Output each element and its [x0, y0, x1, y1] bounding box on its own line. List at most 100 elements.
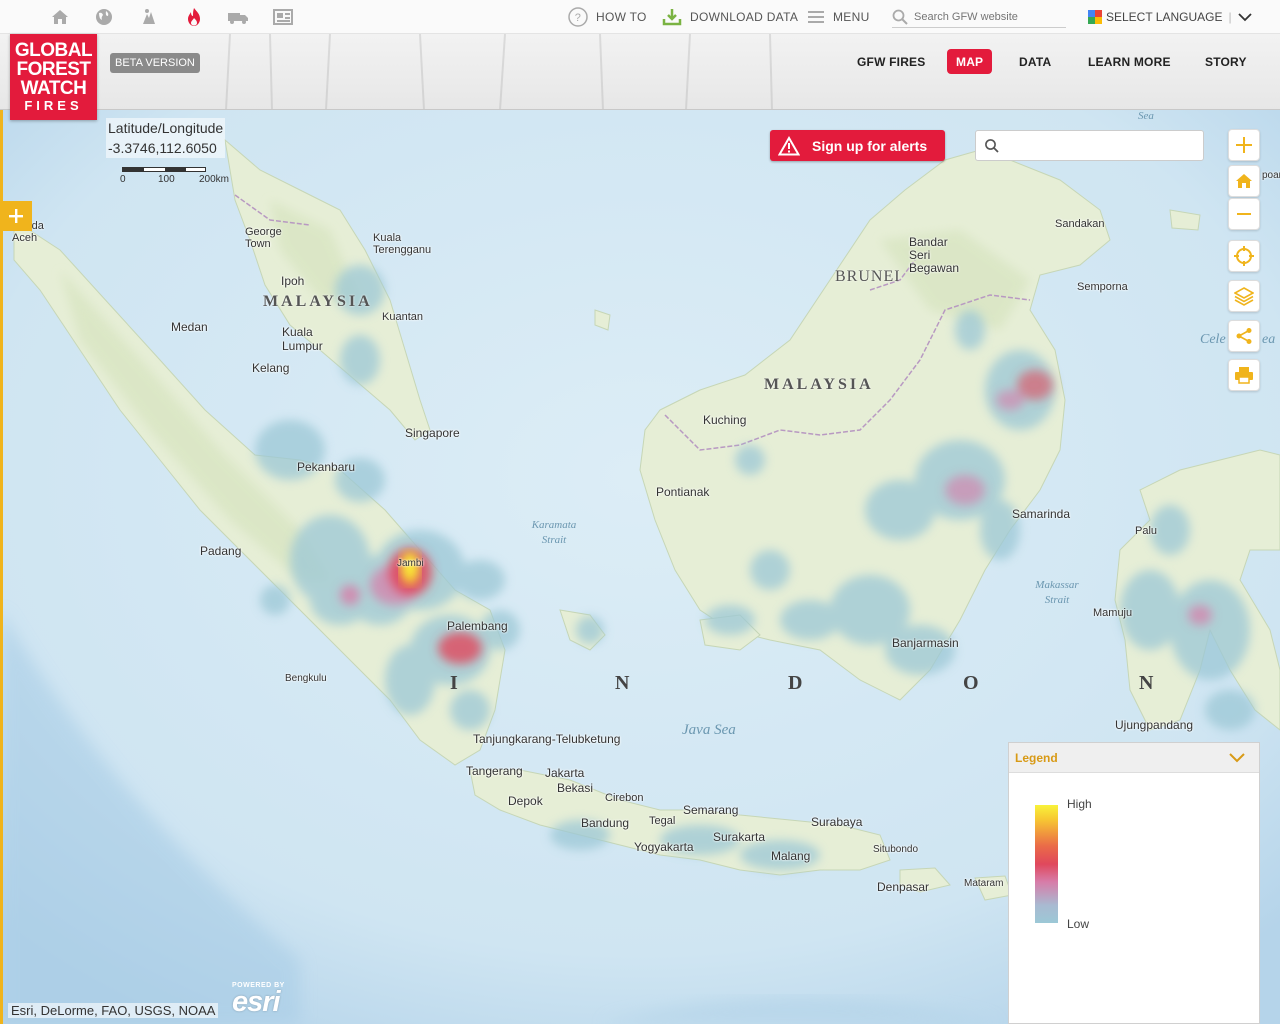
- map-search: [975, 130, 1204, 161]
- place-label-tangerang: Tangerang: [466, 764, 523, 778]
- news-icon[interactable]: [272, 6, 294, 28]
- nav-learn-more[interactable]: LEARN MORE: [1088, 49, 1171, 74]
- legend-low-label: Low: [1067, 917, 1090, 931]
- place-label-denpasar: Denpasar: [877, 880, 930, 894]
- scale-bar: 0 100 200km: [118, 165, 230, 185]
- country-label-malaysia-west: MALAYSIA: [263, 293, 373, 310]
- share-icon: [1236, 328, 1252, 344]
- print-icon: [1235, 367, 1253, 384]
- place-label-jakarta: Jakarta: [545, 766, 585, 780]
- indonesia-letter-5: N: [1139, 672, 1154, 694]
- indonesia-letter-2: N: [615, 672, 630, 694]
- place-label-semporna: Semporna: [1077, 281, 1128, 293]
- place-label-tanjungkarang: Tanjungkarang-Telubketung: [473, 732, 621, 746]
- language-label: SELECT LANGUAGE: [1106, 10, 1223, 24]
- download-data-label: DOWNLOAD DATA: [690, 10, 799, 24]
- place-label-bekasi: Bekasi: [557, 781, 594, 795]
- download-icon: [662, 9, 682, 26]
- plus-icon: [9, 209, 23, 223]
- place-label-kuala-lumpur: Kuala Lumpur: [282, 325, 323, 353]
- nav-map[interactable]: MAP: [947, 49, 993, 74]
- site-search-input[interactable]: [914, 10, 1064, 23]
- logo-line-2: FOREST: [16, 58, 91, 80]
- home-icon: [1236, 174, 1252, 188]
- scale-label-0: 0: [120, 174, 126, 185]
- place-label-yogyakarta: Yogyakarta: [634, 840, 694, 854]
- nav-data[interactable]: DATA: [1019, 49, 1051, 74]
- print-button[interactable]: [1228, 359, 1260, 391]
- place-label-kuching: Kuching: [703, 413, 747, 427]
- place-label-semarang: Semarang: [683, 803, 739, 817]
- zoom-out-button[interactable]: [1228, 198, 1260, 230]
- place-label-medan: Medan: [171, 320, 208, 334]
- legend-header[interactable]: Legend: [1009, 743, 1259, 773]
- expand-panel-button[interactable]: [0, 201, 32, 231]
- country-label-brunei: BRUNEI: [835, 268, 901, 285]
- chevron-down-icon: [1229, 752, 1245, 762]
- search-icon: [892, 9, 908, 25]
- country-label-malaysia-east: MALAYSIA: [764, 376, 874, 393]
- map-search-input[interactable]: [1004, 133, 1194, 158]
- map-view[interactable]: MALAYSIA MALAYSIA BRUNEI I N D O N Karam…: [0, 110, 1280, 1024]
- logo-line-1: GLOBAL: [14, 39, 93, 61]
- place-label-ipoh: Ipoh: [281, 274, 305, 288]
- place-label-malang: Malang: [771, 849, 811, 863]
- place-label-kuantan: Kuantan: [382, 311, 423, 323]
- place-label-singapore: Singapore: [405, 426, 460, 440]
- beta-badge: BETA VERSION: [110, 53, 200, 73]
- fire-icon[interactable]: [183, 6, 205, 28]
- place-label-padang: Padang: [200, 544, 242, 558]
- sea-label-top: Sea: [1138, 110, 1154, 122]
- left-edge-accent: [0, 110, 3, 1024]
- place-label-surabaya: Surabaya: [811, 815, 863, 829]
- sea-label-java-sea: Java Sea: [682, 722, 736, 738]
- indonesia-letter-1: I: [450, 672, 458, 694]
- place-label-bandung: Bandung: [581, 816, 630, 830]
- scale-label-100: 100: [158, 174, 175, 185]
- place-label-surakarta: Surakarta: [713, 830, 766, 844]
- hamburger-icon: [808, 11, 824, 23]
- search-icon: [985, 138, 999, 153]
- globe-icon[interactable]: [93, 6, 115, 28]
- menu-link[interactable]: MENU: [807, 0, 870, 34]
- home-icon[interactable]: [49, 6, 71, 28]
- place-label-bengkulu: Bengkulu: [285, 673, 327, 684]
- locate-button[interactable]: [1228, 240, 1260, 272]
- place-label-kuala-terengganu: Kuala Terengganu: [373, 232, 432, 256]
- nav-story[interactable]: STORY: [1205, 49, 1247, 74]
- sign-up-alerts-button[interactable]: Sign up for alerts: [770, 130, 945, 161]
- sea-label-celebes-end: ea: [1262, 332, 1276, 347]
- site-header: GLOBAL FOREST WATCH FIRES BETA VERSION G…: [0, 34, 1280, 120]
- place-label-pontianak: Pontianak: [656, 485, 710, 499]
- climate-icon[interactable]: [138, 6, 160, 28]
- download-data-link[interactable]: DOWNLOAD DATA: [662, 0, 798, 34]
- place-label-edge: poar: [1262, 170, 1280, 181]
- place-label-bandar-seri-begawan: Bandar Seri Begawan: [909, 235, 960, 275]
- gfw-fires-logo[interactable]: GLOBAL FOREST WATCH FIRES: [10, 34, 97, 120]
- zoom-in-icon: [1236, 137, 1252, 153]
- menu-label: MENU: [833, 10, 870, 24]
- scale-label-200: 200km: [199, 174, 230, 185]
- layers-button[interactable]: [1228, 280, 1260, 312]
- indonesia-letter-4: O: [963, 672, 979, 694]
- place-label-kelang: Kelang: [252, 361, 290, 375]
- zoom-in-button[interactable]: [1228, 129, 1260, 161]
- help-icon: ?: [568, 7, 588, 27]
- nav-gfw-fires[interactable]: GFW FIRES: [857, 49, 925, 74]
- home-extent-button[interactable]: [1228, 165, 1260, 197]
- scale-bar-graphic: [122, 167, 206, 172]
- place-label-pekanbaru: Pekanbaru: [297, 460, 356, 474]
- esri-logo[interactable]: POWERED BY esri: [232, 982, 285, 1017]
- svg-text:?: ?: [575, 12, 581, 24]
- place-label-palu: Palu: [1135, 525, 1158, 537]
- truck-icon[interactable]: [227, 6, 249, 28]
- sea-label-makassar-strait: Makassar Strait: [1035, 579, 1079, 606]
- how-to-link[interactable]: ? HOW TO: [568, 0, 647, 34]
- language-select[interactable]: SELECT LANGUAGE |: [1088, 0, 1252, 34]
- place-label-jambi: Jambi: [397, 558, 424, 569]
- lat-lon-label: Latitude/Longitude: [108, 120, 224, 136]
- indonesia-letter-3: D: [788, 672, 803, 694]
- lat-lon-readout: Latitude/Longitude -3.3746,112.6050: [106, 118, 226, 158]
- share-button[interactable]: [1228, 320, 1260, 352]
- lat-lon-value: -3.3746,112.6050: [108, 140, 217, 156]
